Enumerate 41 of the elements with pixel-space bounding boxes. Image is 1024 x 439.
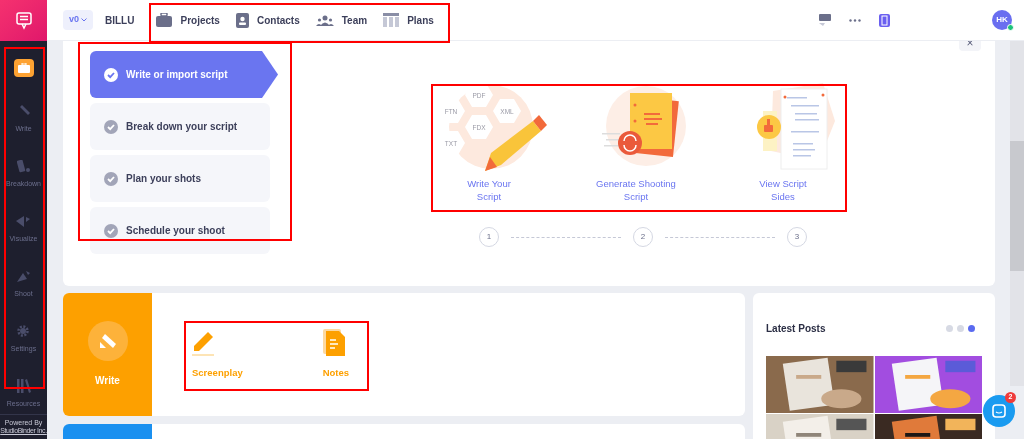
pencil-icon <box>192 329 214 356</box>
nav-link[interactable]: Team <box>341 12 368 28</box>
settings-icon <box>17 325 30 337</box>
briefcase-icon <box>17 63 30 73</box>
pencil-icon <box>99 334 116 348</box>
books-icon <box>16 379 31 393</box>
close-button[interactable]: × <box>959 41 981 51</box>
nav-link[interactable]: Contacts <box>256 12 300 28</box>
feature-title[interactable]: Generate Shooting Script <box>596 177 676 203</box>
contact-card-icon <box>235 12 249 28</box>
notebook-icon[interactable] <box>879 13 890 27</box>
check-icon <box>104 119 118 134</box>
version-dropdown[interactable]: v0 <box>63 10 93 30</box>
chat-icon <box>992 404 1006 418</box>
sidebar-item[interactable] <box>13 59 34 77</box>
logo[interactable] <box>0 0 47 41</box>
check-icon <box>104 171 118 186</box>
project-name: BILLU <box>105 13 135 28</box>
avatar[interactable]: HK <box>992 10 1012 30</box>
chat-logo-icon <box>15 11 32 30</box>
feature-title[interactable]: Write Your Script <box>459 177 519 203</box>
table-icon <box>383 13 400 27</box>
nav-link[interactable]: Projects <box>180 12 220 28</box>
write-tool[interactable]: Screenplay <box>192 329 243 416</box>
feature-title[interactable]: View Script Sides <box>755 177 811 203</box>
scrollbar[interactable] <box>1010 41 1024 386</box>
step-item[interactable]: Schedule your shoot <box>90 207 270 254</box>
step-item[interactable]: Break down your script <box>90 103 270 150</box>
check-icon <box>104 223 118 238</box>
chat-icon[interactable] <box>817 14 831 26</box>
more-icon[interactable] <box>849 18 861 22</box>
section-title: Latest Posts <box>766 322 826 336</box>
check-icon <box>104 67 118 82</box>
people-icon <box>315 14 334 26</box>
briefcase-icon <box>156 13 173 27</box>
caret-icon <box>81 18 87 22</box>
step-item[interactable]: Plan your shots <box>90 155 270 202</box>
document-icon <box>322 329 345 356</box>
step-item[interactable]: Write or import script <box>90 51 278 98</box>
nav-link[interactable]: Plans <box>407 12 434 28</box>
shapes-icon <box>17 159 30 173</box>
